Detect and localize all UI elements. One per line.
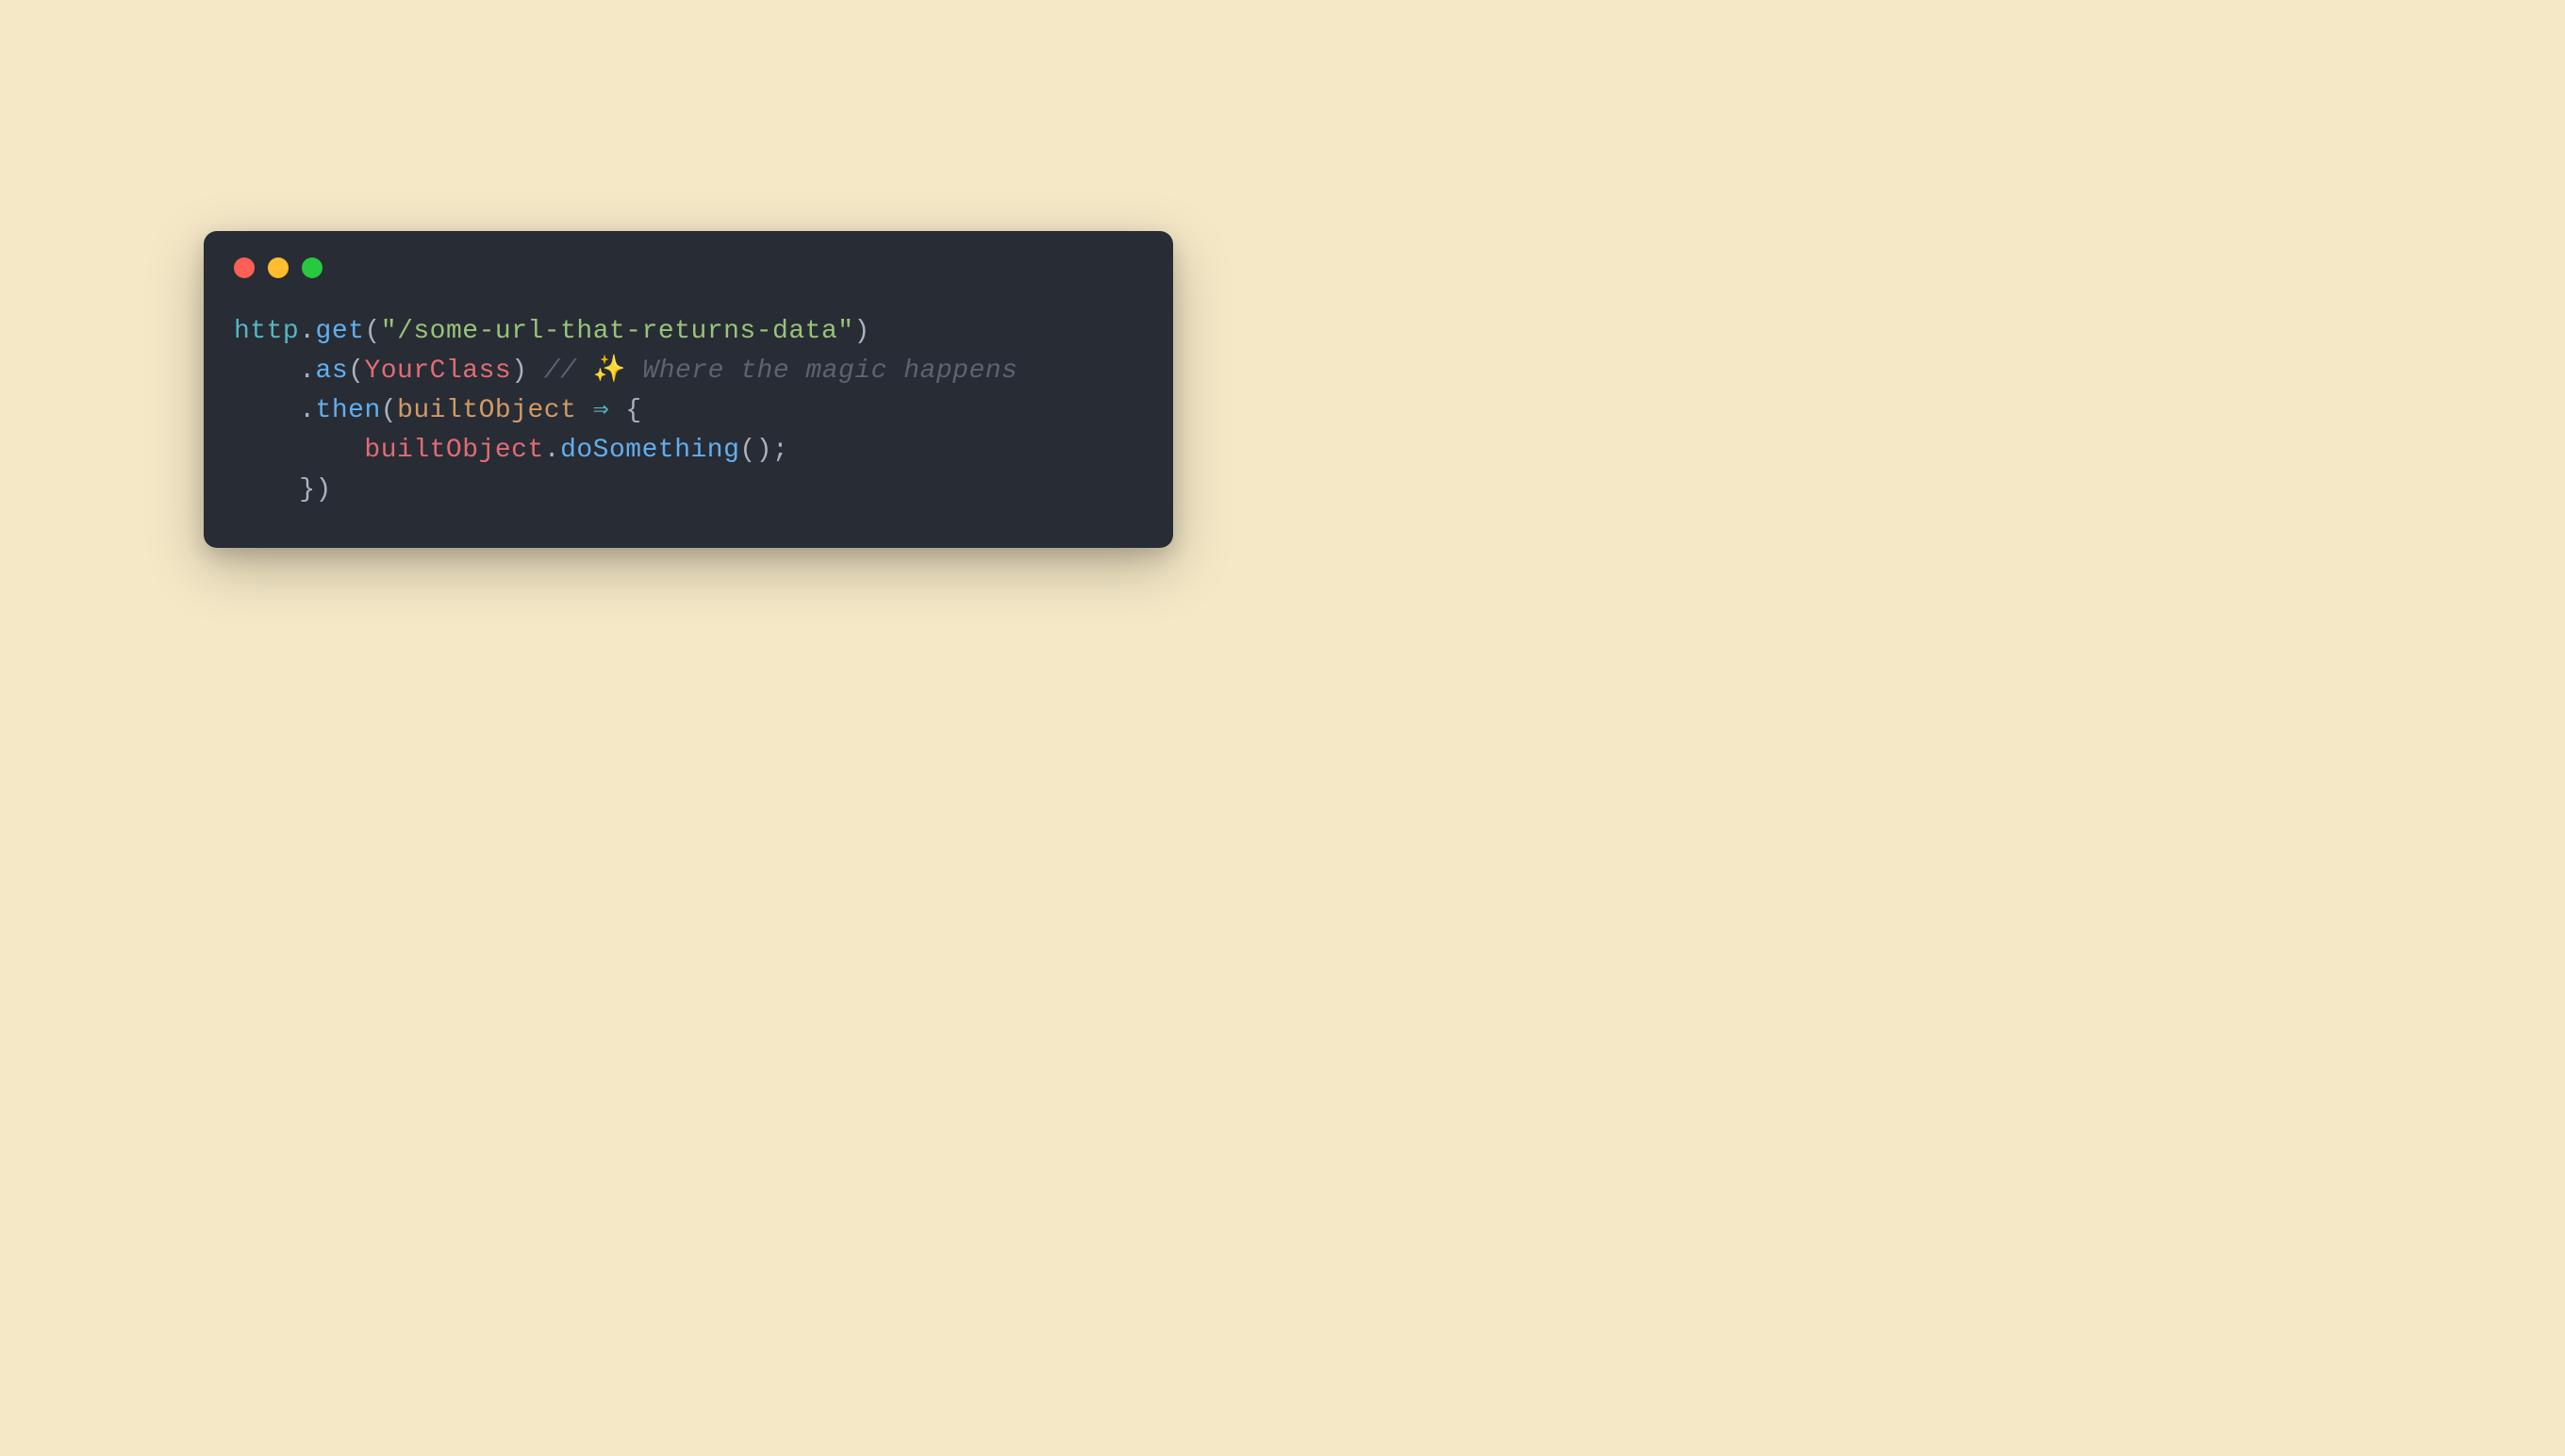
code-class: YourClass <box>364 356 511 386</box>
sparkle-icon: ✨ <box>593 356 626 386</box>
code-punct: }) <box>299 475 332 505</box>
minimize-icon[interactable] <box>268 257 289 278</box>
code-method: as <box>316 356 349 386</box>
code-indent <box>234 356 299 386</box>
code-method: then <box>316 396 381 425</box>
code-method: get <box>316 317 365 346</box>
code-comment: // <box>544 356 593 386</box>
maximize-icon[interactable] <box>302 257 323 278</box>
code-comment: Where the magic happens <box>626 356 1018 386</box>
code-param: builtObject <box>397 396 576 425</box>
code-punct: (); <box>739 436 788 465</box>
code-indent <box>234 396 299 425</box>
close-icon[interactable] <box>234 257 255 278</box>
code-indent <box>234 475 299 505</box>
code-punct: . <box>299 396 315 425</box>
code-indent <box>234 436 364 465</box>
code-window: http.get("/some-url-that-returns-data") … <box>204 231 1173 548</box>
code-method: doSomething <box>560 436 739 465</box>
code-punct: { <box>625 396 641 425</box>
code-identifier: http <box>234 317 299 346</box>
code-punct: ) <box>854 317 870 346</box>
code-block: http.get("/some-url-that-returns-data") … <box>234 312 1143 510</box>
traffic-lights <box>234 257 1143 278</box>
code-punct: . <box>299 317 315 346</box>
code-string: "/some-url-that-returns-data" <box>381 317 854 346</box>
code-punct: ) <box>511 356 544 386</box>
code-punct: ( <box>364 317 380 346</box>
code-punct: ( <box>348 356 364 386</box>
arrow-icon: ⇒ <box>576 396 625 425</box>
code-identifier: builtObject <box>364 436 543 465</box>
code-punct: . <box>299 356 315 386</box>
code-punct: ( <box>381 396 397 425</box>
code-punct: . <box>544 436 560 465</box>
